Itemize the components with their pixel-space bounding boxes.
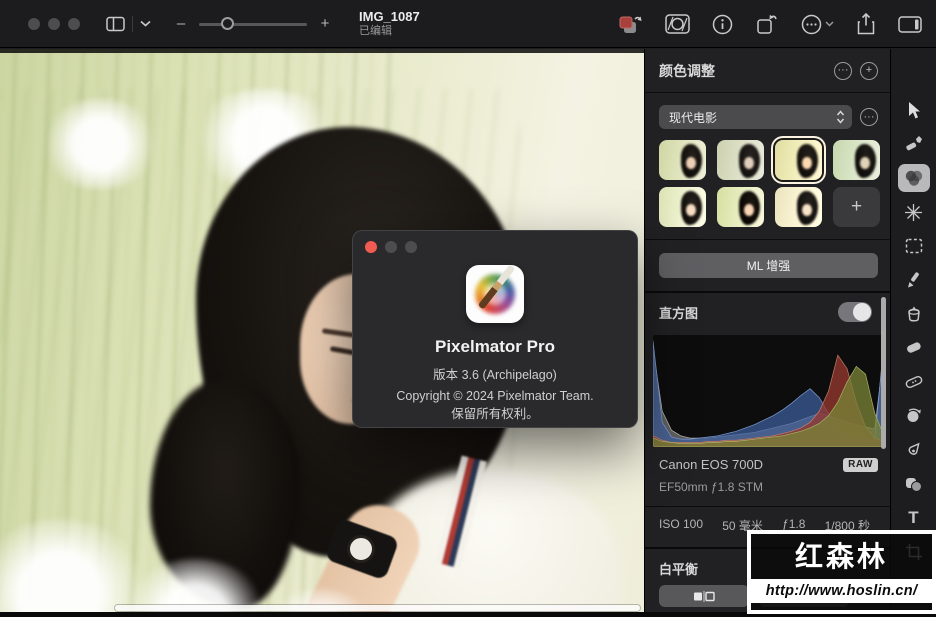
raw-badge: RAW [843, 457, 878, 472]
shapes-tool-icon[interactable] [897, 467, 931, 501]
document-status: 已编辑 [359, 24, 392, 37]
clone-tool-icon[interactable] [897, 399, 931, 433]
app-copyright: Copyright © 2024 Pixelmator Team. 保留所有权利… [396, 389, 594, 422]
preset-thumbnail[interactable] [717, 187, 764, 227]
watermark-brand: 红森林 [794, 540, 888, 572]
iso-value: ISO 100 [659, 517, 704, 531]
zoom-slider-track[interactable] [199, 22, 307, 26]
more-options-icon[interactable] [801, 14, 822, 35]
divider [645, 239, 890, 240]
color-swap-icon[interactable] [617, 12, 643, 36]
minimize-window-button[interactable] [48, 17, 60, 30]
dialog-minimize-button [385, 241, 397, 253]
erase-tool-icon[interactable] [897, 331, 931, 365]
histogram-toggle[interactable] [838, 302, 872, 322]
close-window-button[interactable] [28, 17, 40, 30]
sidebar-toggle-icon[interactable] [106, 16, 125, 32]
preset-dropdown[interactable]: 现代电影 [659, 105, 852, 129]
add-adjustment-button[interactable]: + [860, 61, 878, 80]
zoom-slider-knob[interactable] [221, 16, 234, 30]
preset-thumbnail-selected[interactable] [775, 140, 822, 180]
camera-lens: EF50mm ƒ1.8 STM [659, 480, 764, 494]
select-tool-icon[interactable] [897, 229, 931, 263]
preset-options-button[interactable]: ··· [860, 108, 878, 126]
paint-tool-icon[interactable] [897, 263, 931, 297]
histogram-chart [653, 335, 884, 447]
pixelmator-app-icon [466, 265, 524, 323]
pen-tool-icon[interactable] [897, 433, 931, 467]
histogram-label: 直方图 [659, 305, 699, 321]
preset-dropdown-value: 现代电影 [669, 110, 718, 125]
photo-top-edge [0, 49, 644, 53]
about-dialog: Pixelmator Pro 版本 3.6 (Archipelago) Copy… [352, 230, 638, 428]
preset-thumbnail[interactable] [833, 140, 880, 180]
ml-enhance-button[interactable]: ML 增强 [659, 253, 878, 278]
preset-thumbnail[interactable] [775, 187, 822, 227]
divider [645, 506, 890, 507]
effects-tool-icon[interactable] [897, 195, 931, 229]
right-sidebar-toggle-icon[interactable] [898, 15, 922, 33]
dialog-close-button[interactable] [365, 241, 377, 253]
zoom-in-button[interactable]: + [317, 15, 333, 32]
toolbar: – + IMG_1087 已编辑 [0, 0, 936, 48]
watermark-url: http://www.hoslin.cn/ [765, 583, 918, 599]
watermark-url-bar: http://www.hoslin.cn/ [751, 579, 932, 603]
updown-chevron-icon [836, 110, 845, 124]
fill-tool-icon[interactable] [897, 297, 931, 331]
retouch-tool-icon[interactable] [897, 365, 931, 399]
sidebar-chevron-down-icon[interactable] [140, 20, 151, 27]
zoom-window-button[interactable] [68, 17, 80, 30]
preset-thumbnail[interactable] [659, 140, 706, 180]
app-name: Pixelmator Pro [435, 337, 555, 356]
vertical-scrollbar[interactable] [881, 297, 886, 449]
preset-thumbnail[interactable] [659, 187, 706, 227]
ml-effects-icon[interactable] [665, 14, 690, 34]
add-preset-button[interactable]: + [833, 187, 880, 227]
info-icon[interactable] [712, 14, 733, 35]
share-icon[interactable] [856, 12, 876, 36]
pixelmator-pro-window: – + IMG_1087 已编辑 Pixelmator Pro 版本 3.6 (… [0, 0, 936, 617]
compare-split-button[interactable] [659, 585, 749, 607]
photo-watch-face [347, 535, 375, 563]
zoom-slider[interactable] [199, 16, 307, 31]
window-controls [28, 17, 80, 30]
zoom-out-button[interactable]: – [173, 15, 189, 32]
horizontal-scrollbar[interactable] [115, 605, 640, 611]
document-title-block: IMG_1087 已编辑 [359, 9, 420, 39]
camera-model: Canon EOS 700D [659, 457, 764, 472]
toolbar-separator [132, 15, 133, 32]
preset-thumbnail[interactable] [717, 140, 764, 180]
preset-grid: + [659, 140, 890, 227]
arrange-tool-arrow-icon[interactable] [897, 93, 931, 127]
color-adjustments-tool-icon[interactable] [897, 164, 930, 192]
dialog-zoom-button [405, 241, 417, 253]
document-title: IMG_1087 [359, 8, 420, 24]
more-options-chevron-icon[interactable] [825, 19, 834, 29]
photo-flowers [40, 99, 160, 189]
panel-options-button[interactable]: ··· [834, 61, 852, 80]
rotate-icon[interactable] [755, 13, 779, 35]
app-version: 版本 3.6 (Archipelago) [433, 368, 557, 382]
watermark-overlay: 红森林 http://www.hoslin.cn/ [747, 530, 936, 614]
compare-split-icon [694, 590, 715, 602]
panel-title: 颜色调整 [659, 62, 715, 79]
style-tool-icon[interactable] [897, 127, 931, 161]
